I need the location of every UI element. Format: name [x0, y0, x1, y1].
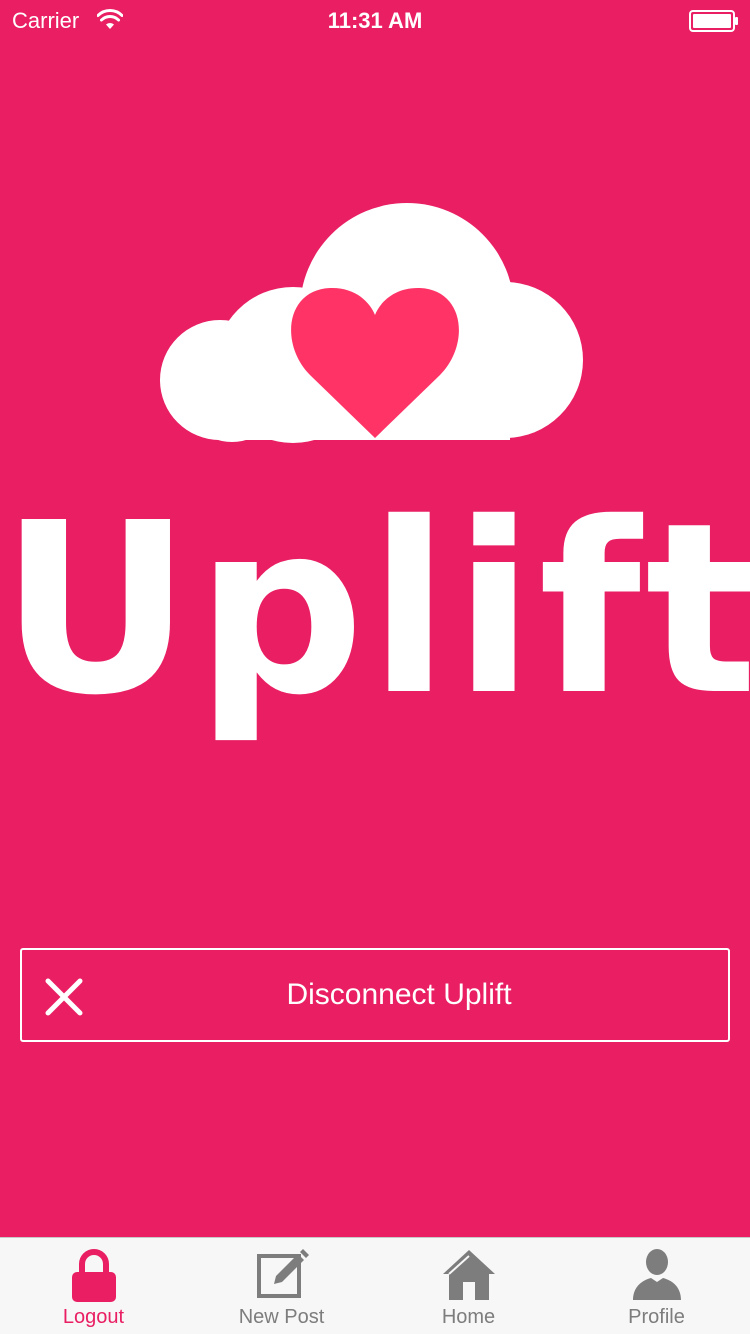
app-wordmark: Uplift	[0, 472, 750, 747]
cloud-heart-icon	[160, 203, 583, 443]
person-icon	[632, 1249, 681, 1300]
tab-label-logout: Logout	[62, 1306, 125, 1328]
tab-label-home: Home	[441, 1306, 496, 1328]
tab-logout[interactable]: Logout	[0, 1238, 187, 1334]
lock-icon	[71, 1249, 116, 1302]
status-bar: Carrier 11:31 AM	[0, 0, 750, 40]
tab-profile[interactable]: Profile	[563, 1238, 750, 1334]
battery-icon	[689, 10, 738, 32]
tab-home[interactable]: Home	[375, 1238, 562, 1334]
compose-icon	[256, 1249, 309, 1298]
home-icon	[442, 1250, 495, 1300]
tab-label-profile: Profile	[628, 1306, 685, 1328]
tab-bar: Logout New Post Home Profile	[0, 1237, 750, 1334]
tab-new-post[interactable]: New Post	[188, 1238, 375, 1334]
disconnect-label: Disconnect Uplift	[286, 978, 512, 1011]
tab-label-new-post: New Post	[238, 1306, 325, 1328]
disconnect-button[interactable]: Disconnect Uplift	[20, 948, 730, 1042]
status-time: 11:31 AM	[327, 8, 423, 33]
